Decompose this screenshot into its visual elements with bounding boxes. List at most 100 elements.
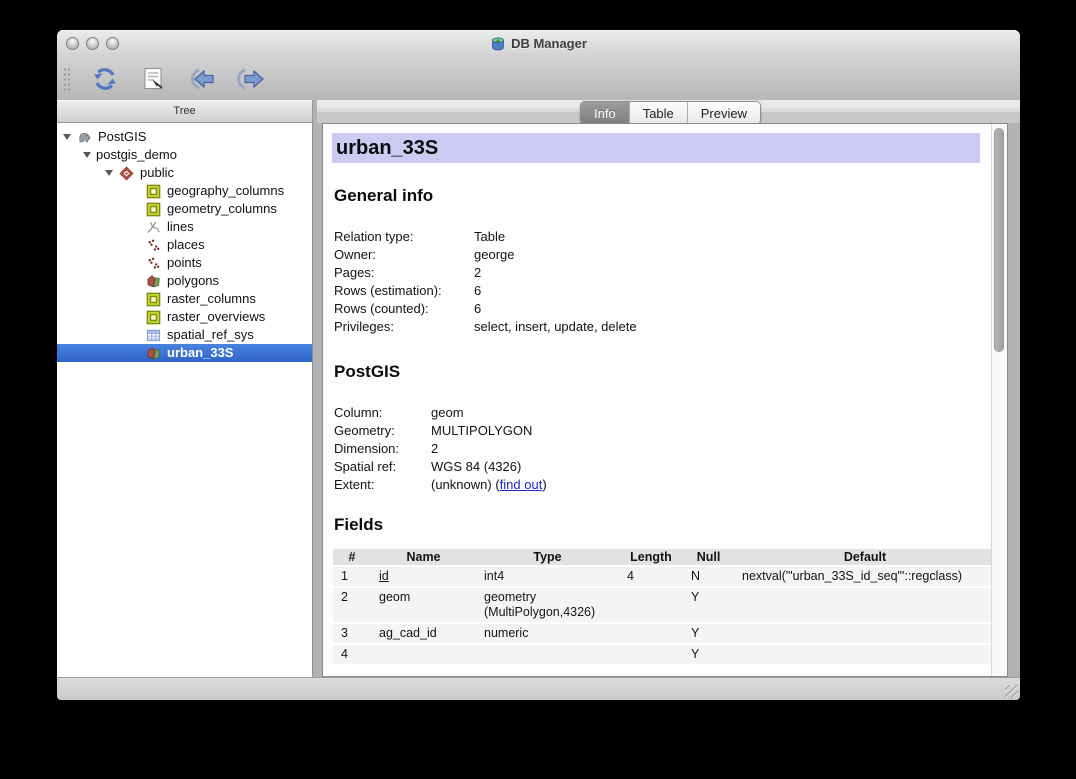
info-label: Column: xyxy=(334,404,431,422)
tree-item-places[interactable]: places xyxy=(57,236,312,254)
tab-table[interactable]: Table xyxy=(630,102,688,124)
scrollbar-thumb[interactable] xyxy=(994,128,1004,352)
info-content: urban_33S General info Relation type:Tab… xyxy=(323,124,992,676)
info-label: Rows (counted): xyxy=(334,300,474,318)
info-value: 6 xyxy=(474,282,481,300)
refresh-icon xyxy=(91,65,119,93)
info-panel: urban_33S General info Relation type:Tab… xyxy=(322,123,1008,677)
info-row: Geometry:MULTIPOLYGON xyxy=(334,422,992,440)
postgis-heading: PostGIS xyxy=(334,362,992,382)
fields-column-header: Length xyxy=(619,549,683,567)
fields-column-header: # xyxy=(333,549,371,567)
tab-preview[interactable]: Preview xyxy=(688,102,760,124)
tree-item-label: postgis_demo xyxy=(96,146,177,164)
vertical-scrollbar[interactable] xyxy=(991,124,1007,676)
tree-item-geometry_columns[interactable]: geometry_columns xyxy=(57,200,312,218)
fields-table-row: 2geomgeometry (MultiPolygon,4326)Y xyxy=(333,588,992,624)
primary-key-field-link: id xyxy=(379,569,389,583)
info-value: 2 xyxy=(474,264,481,282)
find-out-link[interactable]: find out xyxy=(500,476,543,494)
fields-cell xyxy=(619,624,683,645)
info-value: 2 xyxy=(431,440,438,458)
tree-view[interactable]: PostGISpostgis_demopublicgeography_colum… xyxy=(57,123,313,678)
info-label: Dimension: xyxy=(334,440,431,458)
postgis-icon xyxy=(76,129,92,145)
info-label: Spatial ref: xyxy=(334,458,431,476)
tree-item-label: urban_33S xyxy=(167,344,233,362)
fields-heading: Fields xyxy=(334,515,992,535)
fields-column-header: Null xyxy=(683,549,734,567)
titlebar[interactable]: DB Manager xyxy=(57,30,1020,58)
fields-cell: Y xyxy=(683,588,734,624)
fields-cell: id xyxy=(371,567,476,588)
disclosure-triangle-icon[interactable] xyxy=(105,170,113,176)
tree-item-label: polygons xyxy=(167,272,219,290)
tree-item-lines[interactable]: lines xyxy=(57,218,312,236)
tree-item-label: lines xyxy=(167,218,194,236)
refresh-button[interactable] xyxy=(88,62,122,96)
info-row: Rows (counted):6 xyxy=(334,300,992,318)
tree-item-public[interactable]: public xyxy=(57,164,312,182)
tree-item-spatial_ref_sys[interactable]: spatial_ref_sys xyxy=(57,326,312,344)
resize-grip[interactable] xyxy=(1005,685,1018,698)
window-title: DB Manager xyxy=(511,36,587,51)
info-value: MULTIPOLYGON xyxy=(431,422,532,440)
general-info-rows: Relation type:TableOwner:georgePages:2Ro… xyxy=(334,228,992,336)
geometry-table-icon xyxy=(145,291,161,307)
fields-cell: Y xyxy=(683,645,734,666)
tree-item-urban_33S[interactable]: urban_33S xyxy=(57,344,312,362)
tree-item-label: points xyxy=(167,254,202,272)
tree-item-postgis_demo[interactable]: postgis_demo xyxy=(57,146,312,164)
main-area: InfoTablePreview Tree PostGISpostgis_dem… xyxy=(57,100,1020,678)
db-manager-window: DB Manager xyxy=(57,30,1020,700)
disclosure-triangle-icon[interactable] xyxy=(63,134,71,140)
fields-cell xyxy=(734,624,992,645)
tree-item-raster_columns[interactable]: raster_columns xyxy=(57,290,312,308)
tree-item-points[interactable]: points xyxy=(57,254,312,272)
tree-item-polygons[interactable]: polygons xyxy=(57,272,312,290)
fields-cell: 3 xyxy=(333,624,371,645)
tree-item-PostGIS[interactable]: PostGIS xyxy=(57,128,312,146)
export-layer-button[interactable] xyxy=(232,62,266,96)
tab-info[interactable]: Info xyxy=(581,102,630,124)
fields-cell: Y xyxy=(683,624,734,645)
export-layer-icon xyxy=(234,65,264,93)
info-value: WGS 84 (4326) xyxy=(431,458,521,476)
info-label: Rows (estimation): xyxy=(334,282,474,300)
tree-item-raster_overviews[interactable]: raster_overviews xyxy=(57,308,312,326)
info-row: Dimension:2 xyxy=(334,440,992,458)
fields-cell xyxy=(476,645,619,666)
disclosure-triangle-icon[interactable] xyxy=(83,152,91,158)
info-row: Rows (estimation):6 xyxy=(334,282,992,300)
fields-table-row: 1idint44Nnextval('"urban_33S_id_seq"'::r… xyxy=(333,567,992,588)
sql-window-button[interactable] xyxy=(136,62,170,96)
toolbar-drag-handle[interactable] xyxy=(63,66,71,92)
fields-cell: int4 xyxy=(476,567,619,588)
info-row: Extent:(unknown) (find out) xyxy=(334,476,992,494)
table-title: urban_33S xyxy=(332,133,980,163)
fields-column-header: Name xyxy=(371,549,476,567)
general-info-heading: General info xyxy=(334,186,992,206)
fields-column-header: Type xyxy=(476,549,619,567)
fields-table: #NameTypeLengthNullDefault 1idint44Nnext… xyxy=(333,549,992,666)
info-row: Spatial ref:WGS 84 (4326) xyxy=(334,458,992,476)
import-layer-button[interactable] xyxy=(184,62,218,96)
info-row: Relation type:Table xyxy=(334,228,992,246)
info-label: Geometry: xyxy=(334,422,431,440)
info-value: Table xyxy=(474,228,505,246)
info-row: Owner:george xyxy=(334,246,992,264)
tree-item-label: geometry_columns xyxy=(167,200,277,218)
points-layer-icon xyxy=(145,237,161,253)
geometry-table-icon xyxy=(145,309,161,325)
info-row: Pages:2 xyxy=(334,264,992,282)
fields-column-header: Default xyxy=(734,549,992,567)
fields-cell xyxy=(619,588,683,624)
info-value: george xyxy=(474,246,514,264)
tree-item-geography_columns[interactable]: geography_columns xyxy=(57,182,312,200)
fields-cell: N xyxy=(683,567,734,588)
info-row: Column:geom xyxy=(334,404,992,422)
sql-window-icon xyxy=(140,66,166,92)
info-value: geom xyxy=(431,404,464,422)
tree-panel-header[interactable]: Tree xyxy=(57,100,313,123)
tree-item-label: PostGIS xyxy=(98,128,146,146)
